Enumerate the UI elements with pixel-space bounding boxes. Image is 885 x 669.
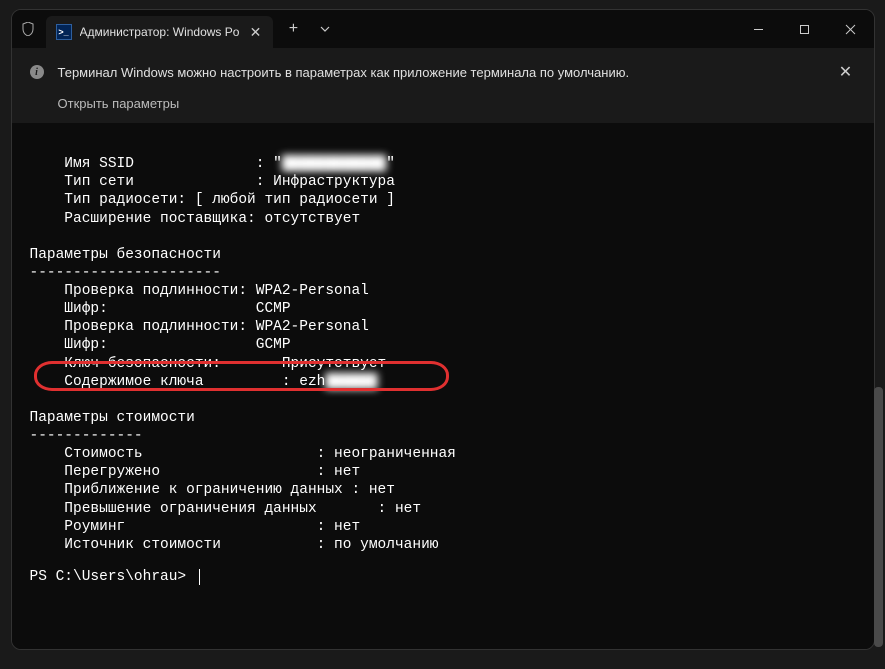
output-line: Приближение к ограничению данных : нет (30, 482, 395, 498)
info-bar: i Терминал Windows можно настроить в пар… (12, 48, 874, 123)
output-line: Роуминг : нет (30, 519, 361, 535)
tab-close-button[interactable]: ✕ (247, 24, 263, 40)
shield-icon (20, 21, 36, 37)
output-line: Расширение поставщика: отсутствует (30, 211, 361, 227)
output-line: Содержимое ключа : ezh (30, 374, 326, 390)
output-line: Стоимость : неограниченная (30, 446, 456, 462)
prompt-line[interactable]: PS C:\Users\ohrau> (30, 568, 856, 586)
divider: ---------------------- (30, 265, 221, 281)
output-line: Шифр: CCMP (30, 301, 291, 317)
info-text: Терминал Windows можно настроить в парам… (58, 65, 826, 80)
output-line: Источник стоимости : по умолчанию (30, 537, 439, 553)
open-settings-link[interactable]: Открыть параметры (58, 96, 856, 111)
divider: ------------- (30, 428, 143, 444)
info-close-button[interactable]: ✕ (836, 62, 856, 82)
output-line: Тип радиосети: [ любой тип радиосети ] (30, 192, 395, 208)
output-line: Ключ безопасности: Присутствует (30, 356, 387, 372)
output-line: Имя SSID : " (30, 156, 282, 172)
tab-dropdown-button[interactable] (309, 13, 341, 45)
output-line: Превышение ограничения данных : нет (30, 501, 422, 517)
tab-title: Администратор: Windows Po (80, 25, 240, 39)
terminal-output[interactable]: Имя SSID : "████████████" Тип сети : Инф… (12, 123, 874, 649)
new-tab-button[interactable]: + (277, 13, 309, 45)
output-line: Тип сети : Инфраструктура (30, 174, 395, 190)
cursor (199, 569, 200, 585)
minimize-button[interactable] (736, 10, 782, 48)
prompt: PS C:\Users\ohrau> (30, 568, 195, 586)
output-line: Шифр: GCMP (30, 337, 291, 353)
maximize-button[interactable] (782, 10, 828, 48)
info-icon: i (30, 65, 44, 79)
blurred-key: ██████ (325, 373, 377, 391)
section-header: Параметры стоимости (30, 410, 195, 426)
scrollbar-thumb[interactable] (874, 387, 883, 647)
output-line: " (386, 156, 395, 172)
output-line: Проверка подлинности: WPA2-Personal (30, 283, 369, 299)
output-line: Перегружено : нет (30, 464, 361, 480)
window-controls (736, 10, 874, 48)
output-line: Проверка подлинности: WPA2-Personal (30, 319, 369, 335)
close-button[interactable] (828, 10, 874, 48)
powershell-icon: >_ (56, 24, 72, 40)
titlebar: >_ Администратор: Windows Po ✕ + (12, 10, 874, 48)
terminal-window: >_ Администратор: Windows Po ✕ + i Терми… (11, 9, 875, 650)
tab-powershell[interactable]: >_ Администратор: Windows Po ✕ (46, 16, 274, 48)
section-header: Параметры безопасности (30, 247, 221, 263)
scrollbar[interactable] (874, 154, 883, 649)
blurred-ssid: ████████████ (282, 155, 386, 173)
